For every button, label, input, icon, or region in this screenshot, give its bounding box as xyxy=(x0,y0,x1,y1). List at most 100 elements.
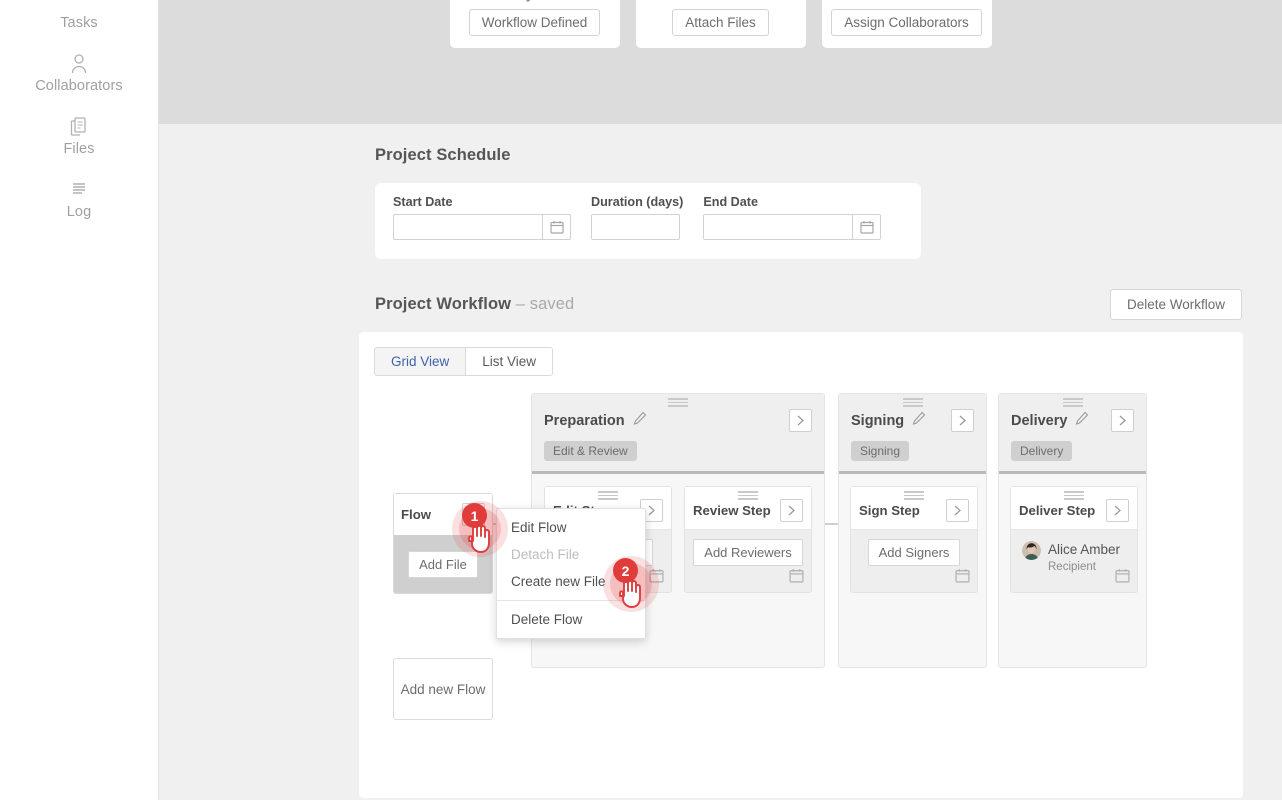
recipient-name: Alice Amber xyxy=(1048,543,1120,558)
drag-handle[interactable] xyxy=(1063,398,1083,405)
start-date-label: Start Date xyxy=(393,195,571,209)
column-title: Delivery xyxy=(1011,413,1067,429)
workflow-panel: Grid View List View Flow xyxy=(359,332,1243,798)
workflow-column-signing: Signing Signing xyxy=(838,393,987,668)
duration-input[interactable] xyxy=(591,214,680,240)
column-title: Signing xyxy=(851,413,904,429)
add-new-flow-card[interactable]: Add new Flow xyxy=(393,658,493,720)
column-tag: Delivery xyxy=(1011,441,1072,461)
step-card-header: Review Step xyxy=(685,487,811,530)
column-expand-chevron-right-icon[interactable] xyxy=(951,409,974,432)
duration-label: Duration (days) xyxy=(591,195,683,209)
start-date-calendar-icon[interactable] xyxy=(543,214,571,240)
files-icon xyxy=(69,116,89,138)
drag-handle[interactable] xyxy=(598,491,618,498)
sidebar-item-log[interactable]: Log xyxy=(0,171,158,234)
step-card-title: Review Step xyxy=(693,503,771,518)
setup-steps-strip: Workflow Defined Attach Files xyxy=(159,0,1282,124)
project-workflow-title: Project Workflow – saved xyxy=(375,295,574,314)
step-card-body: Add Reviewers xyxy=(685,530,811,592)
drag-handle[interactable] xyxy=(668,398,688,405)
end-date-input[interactable] xyxy=(703,214,853,240)
setup-step-workflow-defined[interactable]: Workflow Defined xyxy=(450,0,620,48)
duration-field: Duration (days) xyxy=(591,195,683,240)
sidebar-item-label: Files xyxy=(63,141,94,157)
assign-collaborators-button[interactable]: Assign Collaborators xyxy=(831,9,982,36)
edit-pencil-icon[interactable] xyxy=(912,411,926,430)
project-schedule-card: Start Date Duration (days) End Date xyxy=(375,183,921,259)
step-card-body: Alice Amber Recipient xyxy=(1011,530,1137,592)
end-date-field: End Date xyxy=(703,195,881,240)
sidebar-item-tasks[interactable]: Tasks xyxy=(0,0,158,45)
step-card-body: Add Signers xyxy=(851,530,977,592)
calendar-icon[interactable] xyxy=(955,568,970,588)
attach-files-button[interactable]: Attach Files xyxy=(672,9,769,36)
step-expand-chevron-right-icon[interactable] xyxy=(946,499,969,522)
sidebar-item-collaborators[interactable]: Collaborators xyxy=(0,45,158,108)
add-signers-button[interactable]: Add Signers xyxy=(868,539,961,566)
cursor-badge-number: 2 xyxy=(613,558,638,583)
drag-handle[interactable] xyxy=(903,398,923,405)
column-tag: Signing xyxy=(851,441,909,461)
workflow-title-text: Project Workflow xyxy=(375,295,511,313)
step-expand-chevron-right-icon[interactable] xyxy=(1106,499,1129,522)
add-reviewers-button[interactable]: Add Reviewers xyxy=(693,539,802,566)
tab-list-view[interactable]: List View xyxy=(465,347,553,376)
calendar-icon[interactable] xyxy=(789,568,804,588)
column-expand-chevron-right-icon[interactable] xyxy=(789,409,812,432)
user-icon xyxy=(69,53,89,75)
sidebar-item-label: Collaborators xyxy=(35,78,123,94)
column-body: Sign Step Add Signers xyxy=(839,474,986,654)
avatar xyxy=(1022,541,1041,560)
context-menu-item-edit-flow[interactable]: Edit Flow xyxy=(497,514,645,541)
log-icon xyxy=(69,179,89,201)
app-root: Tasks Collaborators Files Log xyxy=(0,0,1282,800)
sidebar-item-label: Tasks xyxy=(60,15,98,31)
main-content: Workflow Defined Attach Files xyxy=(159,0,1282,800)
sidebar: Tasks Collaborators Files Log xyxy=(0,0,159,800)
step-card-title: Deliver Step xyxy=(1019,503,1095,518)
step-card-review-step[interactable]: Review Step Add Reviewers xyxy=(684,486,812,593)
drag-handle[interactable] xyxy=(904,491,924,498)
column-title: Preparation xyxy=(544,413,625,429)
project-workflow-header: Project Workflow – saved Delete Workflow xyxy=(159,259,1282,320)
cursor-annotation-2: 2 xyxy=(603,556,659,612)
project-schedule-title: Project Schedule xyxy=(375,146,1282,165)
flow-card-title: Flow xyxy=(401,507,431,522)
column-header: Signing Signing xyxy=(839,394,986,474)
setup-step-attach-files[interactable]: Attach Files xyxy=(636,0,806,48)
drag-handle[interactable] xyxy=(738,491,758,498)
drag-handle[interactable] xyxy=(1064,491,1084,498)
step-card-deliver-step[interactable]: Deliver Step xyxy=(1010,486,1138,593)
edit-pencil-icon[interactable] xyxy=(1075,411,1089,430)
start-date-input[interactable] xyxy=(393,214,543,240)
workflow-board: Flow Add File Add new Flow xyxy=(374,393,1243,783)
column-header: Delivery Delivery xyxy=(999,394,1146,474)
cursor-annotation-1: 1 xyxy=(452,501,508,557)
workflow-status: – saved xyxy=(516,295,575,313)
delete-workflow-button[interactable]: Delete Workflow xyxy=(1110,289,1242,320)
end-date-label: End Date xyxy=(703,195,881,209)
step-card-header: Sign Step xyxy=(851,487,977,530)
step-expand-chevron-right-icon[interactable] xyxy=(780,499,803,522)
column-header: Preparation Edit & Review xyxy=(532,394,824,474)
start-date-field: Start Date xyxy=(393,195,571,240)
column-body: Deliver Step xyxy=(999,474,1146,654)
end-date-calendar-icon[interactable] xyxy=(853,214,881,240)
check-icon xyxy=(520,0,542,8)
workflow-defined-button[interactable]: Workflow Defined xyxy=(469,9,601,36)
calendar-icon[interactable] xyxy=(1115,568,1130,588)
recipient-entry: Alice Amber xyxy=(1019,539,1129,560)
view-tabs: Grid View List View xyxy=(374,347,1243,376)
column-tag: Edit & Review xyxy=(544,441,637,461)
sidebar-item-files[interactable]: Files xyxy=(0,108,158,171)
sidebar-item-label: Log xyxy=(67,204,92,220)
tab-grid-view[interactable]: Grid View xyxy=(374,347,465,376)
step-card-header: Deliver Step xyxy=(1011,487,1137,530)
edit-pencil-icon[interactable] xyxy=(633,411,647,430)
setup-step-assign-collaborators[interactable]: Assign Collaborators xyxy=(822,0,992,48)
project-schedule-section: Project Schedule Start Date Duration (da… xyxy=(159,124,1282,259)
step-card-title: Sign Step xyxy=(859,503,920,518)
column-expand-chevron-right-icon[interactable] xyxy=(1111,409,1134,432)
step-card-sign-step[interactable]: Sign Step Add Signers xyxy=(850,486,978,593)
